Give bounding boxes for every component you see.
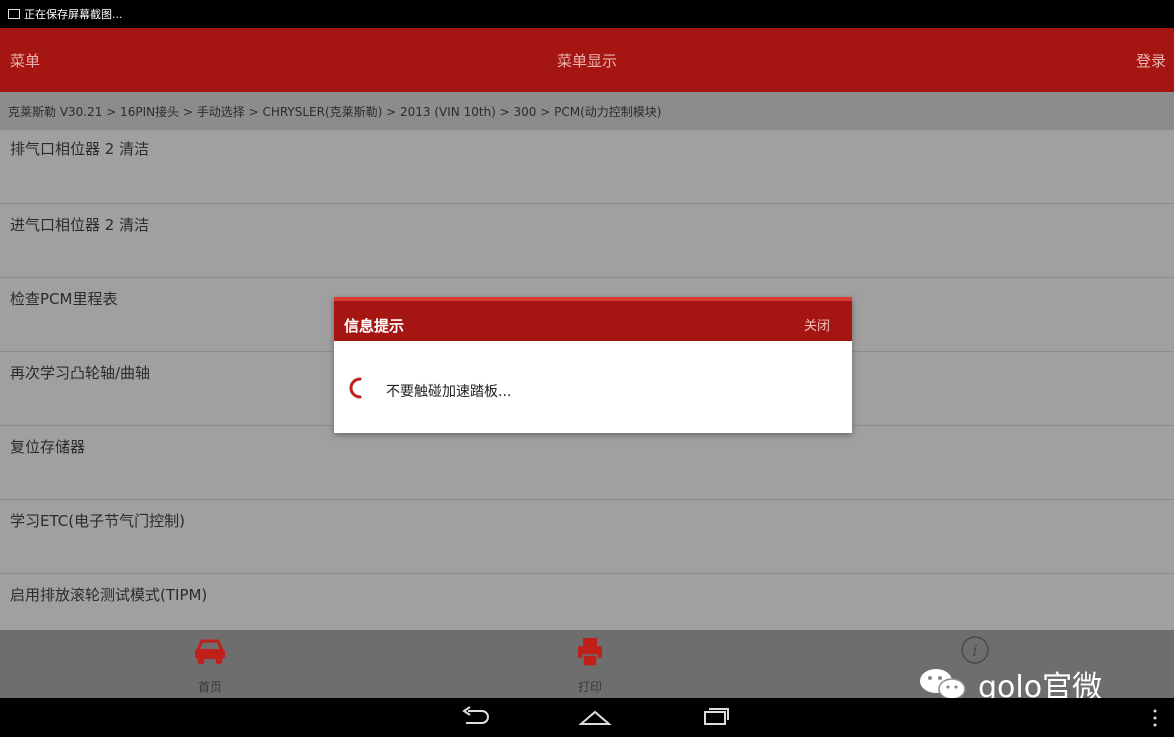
back-icon[interactable] [458,704,492,734]
wechat-icon [916,666,970,702]
tab-print[interactable]: 打印 [560,630,620,698]
title-bar: 菜单 菜单显示 登录 [0,28,1174,92]
screenshot-icon [8,9,20,19]
menu-item-intake-phaser-clean[interactable]: 进气口相位器 2 清洁 [0,204,1174,278]
loading-spinner-icon [346,377,364,399]
dialog-header: 信息提示 关闭 [334,297,852,341]
menu-item-label: 启用排放滚轮测试模式(TIPM) [10,586,208,604]
menu-item-label: 再次学习凸轮轴/曲轴 [10,364,151,382]
svg-text:i: i [972,641,977,660]
login-button[interactable]: 登录 [1136,50,1166,71]
system-nav-bar [0,698,1174,737]
status-bar: 正在保存屏幕截图... [0,0,1174,28]
menu-item-learn-etc[interactable]: 学习ETC(电子节气门控制) [0,500,1174,574]
tab-home[interactable]: 首页 [170,630,250,698]
info-dialog: 信息提示 关闭 不要触碰加速踏板... [334,297,852,433]
dialog-message: 不要触碰加速踏板... [386,384,512,400]
car-icon [192,636,228,671]
menu-item-exhaust-phaser-clean[interactable]: 排气口相位器 2 清洁 [0,130,1174,204]
menu-item-label: 排气口相位器 2 清洁 [10,140,150,158]
menu-item-label: 学习ETC(电子节气门控制) [10,512,185,530]
home-icon[interactable] [578,704,612,734]
tab-print-label: 打印 [577,680,602,694]
breadcrumb: 克莱斯勒 V30.21 > 16PIN接头 > 手动选择 > CHRYSLER(… [0,92,1174,130]
dialog-title: 信息提示 [344,317,405,335]
dialog-close-button[interactable]: 关闭 [804,315,830,334]
status-notification: 正在保存屏幕截图... [24,8,123,21]
printer-icon [576,636,604,671]
overflow-menu-icon[interactable] [1152,708,1158,732]
menu-item-reset-memory[interactable]: 复位存储器 [0,426,1174,500]
tab-home-label: 首页 [197,680,222,694]
recents-icon[interactable] [698,704,732,734]
menu-item-label: 进气口相位器 2 清洁 [10,216,150,234]
menu-item-label: 检查PCM里程表 [10,290,118,308]
page-title: 菜单显示 [556,52,617,70]
menu-item-label: 复位存储器 [10,438,86,456]
